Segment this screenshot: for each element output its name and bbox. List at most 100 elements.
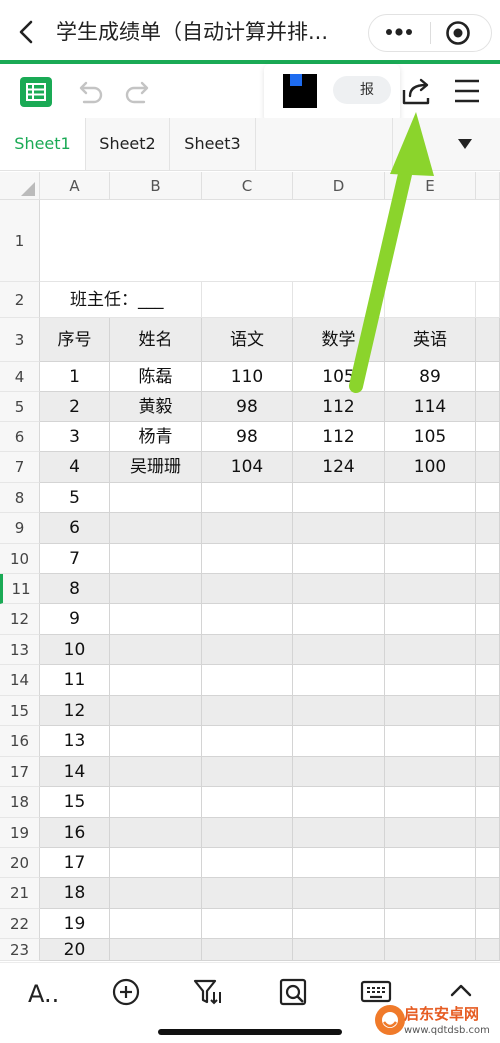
- table-cell[interactable]: 1: [40, 362, 110, 392]
- table-cell[interactable]: [385, 848, 476, 878]
- table-cell[interactable]: [202, 665, 293, 696]
- table-cell[interactable]: [110, 848, 202, 878]
- table-cell[interactable]: [110, 726, 202, 757]
- table-cell[interactable]: [202, 818, 293, 848]
- table-cell[interactable]: [110, 513, 202, 544]
- table-cell[interactable]: [293, 483, 385, 513]
- table-cell[interactable]: [110, 483, 202, 513]
- table-cell[interactable]: [110, 818, 202, 848]
- table-cell[interactable]: [293, 878, 385, 909]
- table-cell[interactable]: [293, 909, 385, 939]
- table-cell[interactable]: [293, 696, 385, 726]
- empty-cell[interactable]: [476, 544, 500, 574]
- empty-cell[interactable]: [476, 392, 500, 422]
- table-cell[interactable]: 陈磊: [110, 362, 202, 392]
- table-cell[interactable]: [202, 604, 293, 635]
- table-cell[interactable]: 黄毅: [110, 392, 202, 422]
- row-header[interactable]: 5: [0, 392, 40, 422]
- table-cell[interactable]: 20: [40, 939, 110, 961]
- more-icon[interactable]: [384, 26, 414, 38]
- add-icon[interactable]: [110, 976, 142, 1008]
- row-header[interactable]: 2: [0, 282, 40, 318]
- table-cell[interactable]: 14: [40, 757, 110, 787]
- table-cell[interactable]: 17: [40, 848, 110, 878]
- table-cell[interactable]: [385, 939, 476, 961]
- table-cell[interactable]: 110: [202, 362, 293, 392]
- empty-cell[interactable]: [476, 362, 500, 392]
- table-cell[interactable]: [110, 635, 202, 665]
- table-cell[interactable]: [202, 726, 293, 757]
- empty-cell[interactable]: [476, 318, 500, 362]
- row-header[interactable]: 10: [0, 544, 40, 574]
- table-cell[interactable]: [385, 696, 476, 726]
- table-cell[interactable]: [385, 604, 476, 635]
- row-header[interactable]: 9: [0, 513, 40, 544]
- table-header-cell[interactable]: 序号: [40, 318, 110, 362]
- font-format-button[interactable]: A..: [28, 978, 64, 1010]
- table-cell[interactable]: [385, 818, 476, 848]
- table-cell[interactable]: [202, 878, 293, 909]
- back-icon[interactable]: [14, 18, 40, 46]
- empty-cell[interactable]: [476, 909, 500, 939]
- row-header[interactable]: 15: [0, 696, 40, 726]
- table-cell[interactable]: 104: [202, 452, 293, 483]
- column-header-b[interactable]: B: [110, 172, 202, 200]
- table-cell[interactable]: [110, 939, 202, 961]
- empty-cell[interactable]: [476, 939, 500, 961]
- row-header[interactable]: 13: [0, 635, 40, 665]
- table-cell[interactable]: [202, 696, 293, 726]
- table-cell[interactable]: [110, 665, 202, 696]
- row-header[interactable]: 18: [0, 787, 40, 818]
- table-cell[interactable]: [110, 878, 202, 909]
- tab-sheet3[interactable]: Sheet3: [170, 118, 256, 170]
- table-cell[interactable]: 吴珊珊: [110, 452, 202, 483]
- table-cell[interactable]: [385, 878, 476, 909]
- row-header[interactable]: 3: [0, 318, 40, 362]
- table-cell[interactable]: [202, 787, 293, 818]
- tab-sheet1[interactable]: Sheet1: [0, 118, 86, 170]
- empty-cell[interactable]: [476, 665, 500, 696]
- table-cell[interactable]: 13: [40, 726, 110, 757]
- table-cell[interactable]: 12: [40, 696, 110, 726]
- table-cell[interactable]: [202, 939, 293, 961]
- table-cell[interactable]: [385, 635, 476, 665]
- table-cell[interactable]: [385, 544, 476, 574]
- table-cell[interactable]: [385, 574, 476, 604]
- table-cell[interactable]: [202, 909, 293, 939]
- table-cell[interactable]: 9: [40, 604, 110, 635]
- empty-cell[interactable]: [476, 818, 500, 848]
- table-cell[interactable]: 98: [202, 392, 293, 422]
- table-cell[interactable]: [385, 483, 476, 513]
- empty-cell[interactable]: [476, 848, 500, 878]
- table-cell[interactable]: [110, 544, 202, 574]
- column-header-c[interactable]: C: [202, 172, 293, 200]
- row-header[interactable]: 19: [0, 818, 40, 848]
- table-cell[interactable]: 7: [40, 544, 110, 574]
- table-cell[interactable]: [293, 939, 385, 961]
- table-cell[interactable]: 2: [40, 392, 110, 422]
- table-cell[interactable]: [293, 787, 385, 818]
- table-cell[interactable]: [293, 726, 385, 757]
- empty-cell[interactable]: [476, 452, 500, 483]
- table-cell[interactable]: 112: [293, 392, 385, 422]
- row-header[interactable]: 22: [0, 909, 40, 939]
- row-header[interactable]: 23: [0, 939, 40, 961]
- row-header[interactable]: 6: [0, 422, 40, 452]
- table-cell[interactable]: [293, 848, 385, 878]
- table-cell[interactable]: [110, 909, 202, 939]
- table-cell[interactable]: [385, 787, 476, 818]
- table-cell[interactable]: 3: [40, 422, 110, 452]
- row-header[interactable]: 11: [0, 574, 40, 604]
- table-cell[interactable]: [293, 757, 385, 787]
- table-cell[interactable]: [110, 787, 202, 818]
- empty-cell[interactable]: [476, 574, 500, 604]
- filter-icon[interactable]: [192, 976, 224, 1008]
- table-cell[interactable]: [202, 513, 293, 544]
- table-cell[interactable]: [385, 726, 476, 757]
- table-cell[interactable]: 105: [385, 422, 476, 452]
- table-cell[interactable]: [110, 696, 202, 726]
- table-cell[interactable]: 16: [40, 818, 110, 848]
- column-header-a[interactable]: A: [40, 172, 110, 200]
- empty-cell[interactable]: [202, 282, 293, 318]
- table-cell[interactable]: 4: [40, 452, 110, 483]
